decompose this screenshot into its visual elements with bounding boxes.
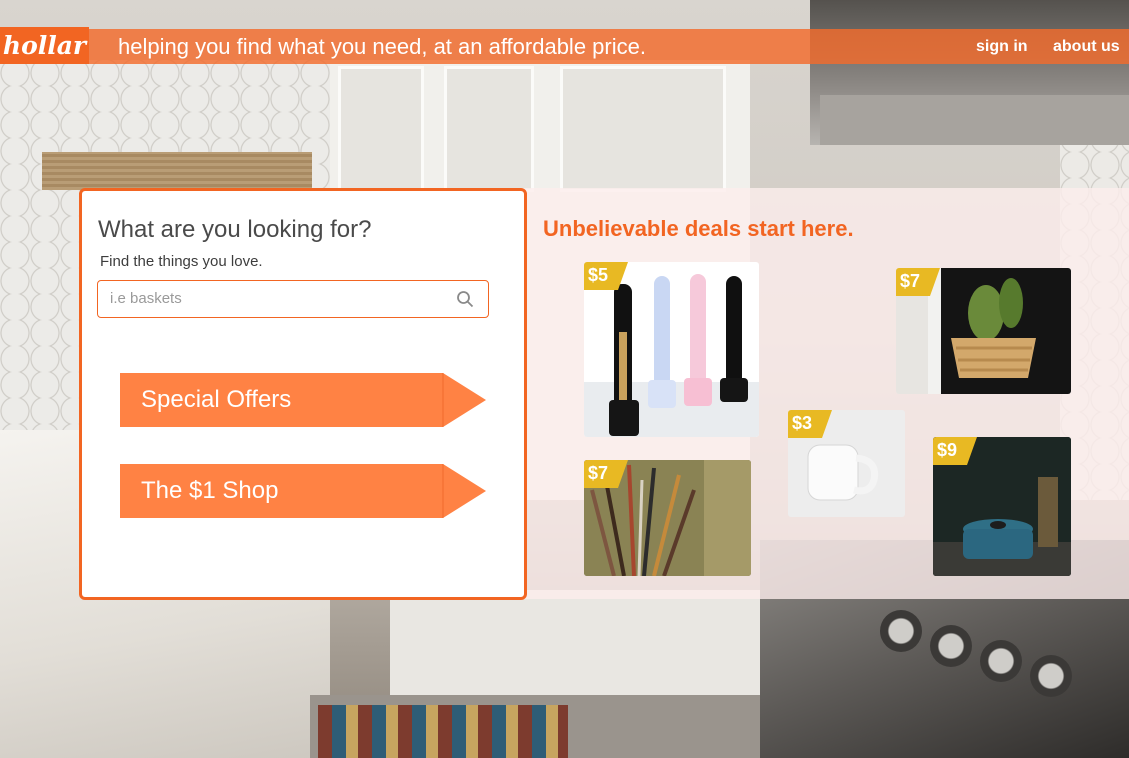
price-label: $5 <box>588 265 609 285</box>
price-label: $3 <box>792 413 813 433</box>
hollar-logo[interactable]: hollar <box>0 27 89 64</box>
price-label: $9 <box>937 440 958 460</box>
special-offers-label: Special Offers <box>141 386 292 413</box>
deals-title: Unbelievable deals start here. <box>543 216 854 241</box>
search-input[interactable] <box>110 281 440 316</box>
product-toothbrushes[interactable]: $5 <box>584 262 759 437</box>
dollar-shop-label: The $1 Shop <box>141 477 279 504</box>
product-white-mug[interactable]: $3 <box>788 410 905 517</box>
dollar-shop-button[interactable]: The $1 Shop <box>120 464 486 518</box>
search-box[interactable] <box>97 280 489 318</box>
product-dutch-oven[interactable]: $9 <box>933 437 1071 576</box>
search-subheading: Find the things you love. <box>100 253 263 270</box>
special-offers-button[interactable]: Special Offers <box>120 373 486 427</box>
search-heading: What are you looking for? <box>98 216 372 243</box>
sign-in-link[interactable]: sign in <box>976 36 1028 58</box>
price-label: $7 <box>900 271 921 291</box>
search-icon[interactable] <box>456 290 474 308</box>
product-basket-plant[interactable]: $7 <box>896 268 1071 394</box>
about-us-link[interactable]: about us <box>1053 36 1120 58</box>
tagline: helping you find what you need, at an af… <box>118 34 646 59</box>
price-label: $7 <box>588 463 609 483</box>
product-paint-brushes[interactable]: $7 <box>584 460 751 576</box>
